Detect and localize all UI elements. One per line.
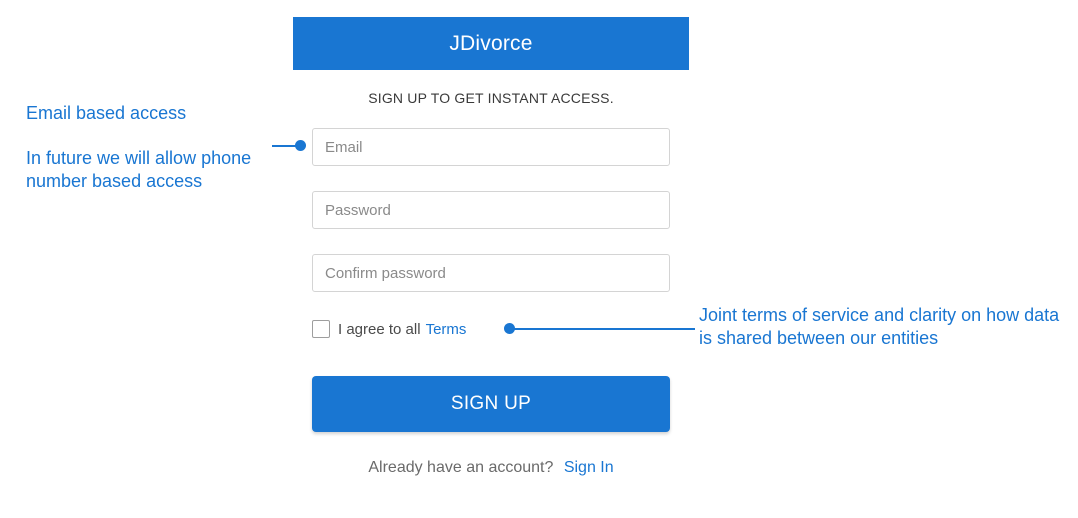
confirm-password-input[interactable] (312, 254, 670, 292)
annotation-email-access: Email based access (26, 103, 187, 123)
app-header: JDivorce (293, 17, 689, 70)
annotation-phone-access: In future we will allow phone number bas… (26, 148, 252, 191)
terms-link[interactable]: Terms (426, 321, 467, 338)
signin-row: Already have an account? Sign In (293, 459, 689, 477)
form-subtitle: SIGN UP TO GET INSTANT ACCESS. (368, 90, 614, 106)
signin-prompt: Already have an account? (368, 459, 554, 476)
annotation-terms-note: Joint terms of service and clarity on ho… (699, 305, 1060, 348)
sign-up-button[interactable]: SIGN UP (312, 376, 670, 432)
sign-in-link[interactable]: Sign In (564, 459, 614, 476)
terms-agree-text: I agree to all (338, 320, 421, 338)
terms-checkbox[interactable] (312, 320, 330, 338)
email-connector-dot-icon (295, 140, 306, 151)
terms-agreement-row: I agree to all Terms (312, 319, 466, 339)
terms-connector-dot-icon (504, 323, 515, 334)
terms-connector-line (512, 328, 695, 330)
password-input[interactable] (312, 191, 670, 229)
email-input[interactable] (312, 128, 670, 166)
app-title: JDivorce (449, 31, 533, 55)
